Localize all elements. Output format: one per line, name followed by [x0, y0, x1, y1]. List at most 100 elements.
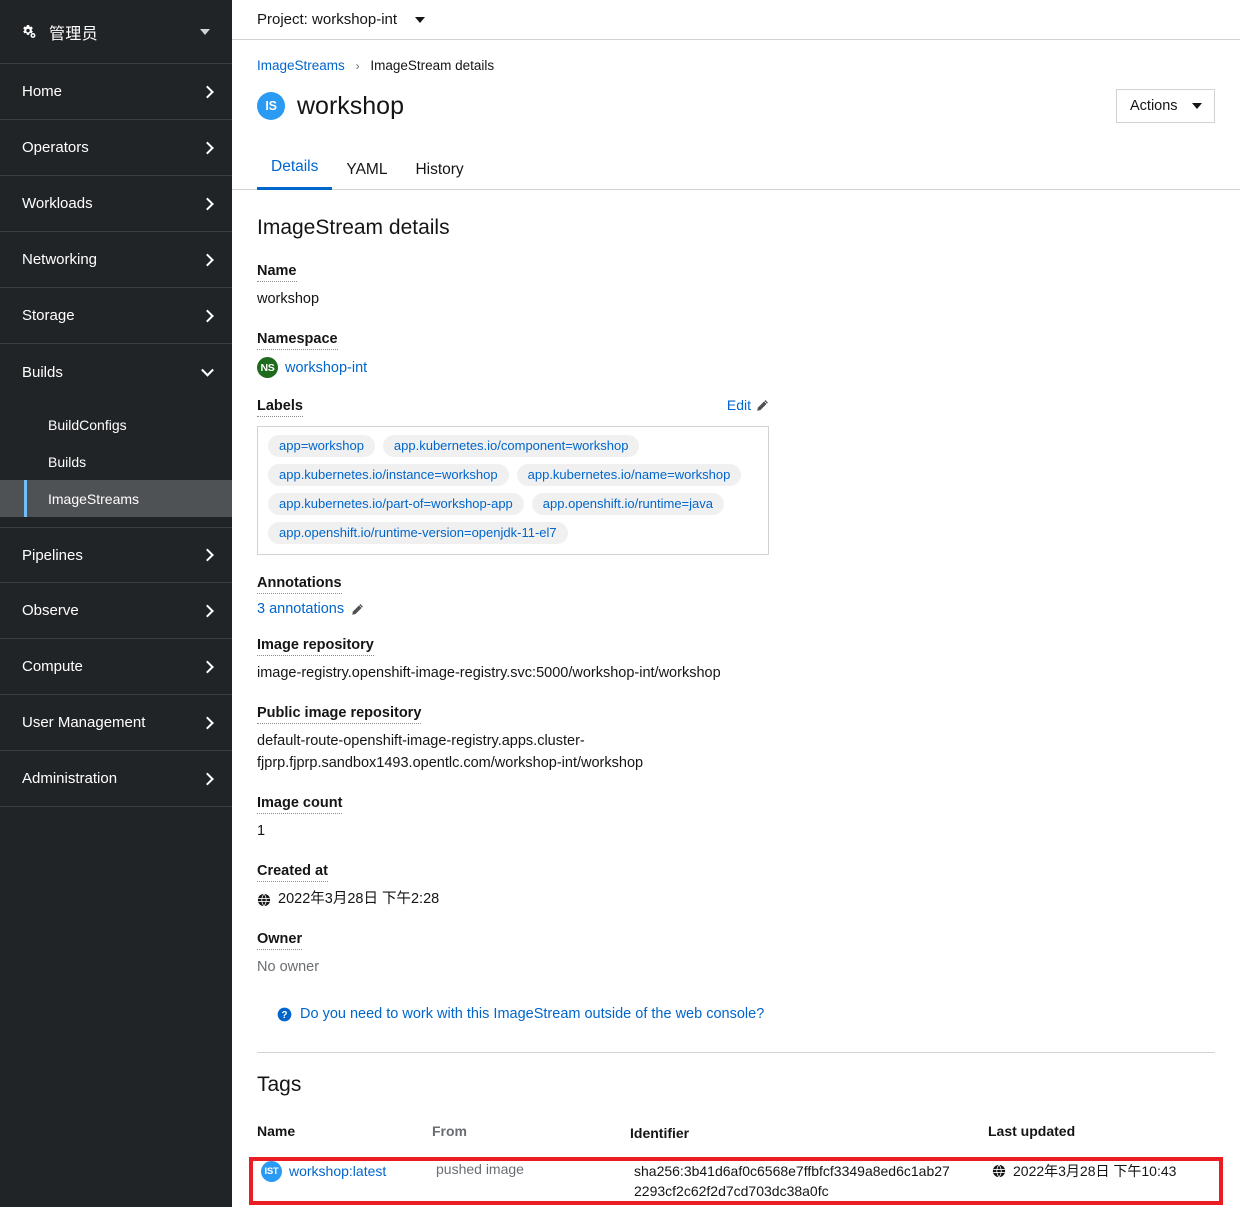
page-header: ImageStreams › ImageStream details IS wo…	[232, 40, 1240, 127]
chevron-right-icon	[201, 197, 214, 210]
field-label-image-repository: Image repository	[257, 636, 374, 657]
annotations-link[interactable]: 3 annotations	[257, 601, 344, 617]
globe-icon	[992, 1163, 1006, 1178]
label-chip[interactable]: app.kubernetes.io/part-of=workshop-app	[268, 493, 524, 516]
identifier-line-1: sha256:3b41d6af0c6568e7ffbfcf3349a8ed6c1…	[634, 1162, 950, 1179]
namespace-badge: NS	[257, 357, 278, 378]
sidebar-item-builds-sub[interactable]: Builds	[0, 443, 232, 480]
sidebar-item-label: Observe	[22, 602, 79, 619]
sidebar-item-home[interactable]: Home	[0, 64, 232, 120]
field-name: Name workshop	[257, 262, 1215, 311]
field-value-owner: No owner	[257, 958, 320, 975]
breadcrumb-separator: ›	[355, 59, 360, 73]
sidebar-item-networking[interactable]: Networking	[0, 232, 232, 288]
label-chip[interactable]: app.kubernetes.io/component=workshop	[382, 435, 640, 458]
edit-labels-button[interactable]: Edit	[727, 397, 769, 413]
field-namespace: Namespace NS workshop-int	[257, 330, 1215, 378]
cell-identifier: sha256:3b41d6af0c6568e7ffbfcf3349a8ed6c1…	[634, 1161, 992, 1202]
field-value-image-count: 1	[257, 822, 266, 839]
actions-button-label: Actions	[1130, 98, 1178, 114]
field-image-repository: Image repository image-registry.openshif…	[257, 636, 1215, 685]
label-chip[interactable]: app.kubernetes.io/name=workshop	[516, 464, 742, 487]
identifier-line-2: 2293cf2c62f2d7cd703dc38a0fc	[634, 1182, 829, 1199]
label-chip[interactable]: app.openshift.io/runtime=java	[531, 493, 724, 516]
sidebar-item-user-management[interactable]: User Management	[0, 695, 232, 751]
field-label-namespace: Namespace	[257, 330, 338, 350]
breadcrumb-link-imagestreams[interactable]: ImageStreams	[257, 58, 345, 73]
label-chip[interactable]: app=workshop	[268, 435, 375, 458]
namespace-link[interactable]: workshop-int	[285, 360, 367, 376]
label-chip[interactable]: app.kubernetes.io/instance=workshop	[268, 464, 509, 487]
sidebar-item-workloads[interactable]: Workloads	[0, 176, 232, 232]
sidebar-item-administration[interactable]: Administration	[0, 751, 232, 807]
field-value-name: workshop	[257, 291, 320, 308]
sidebar-item-label: Networking	[22, 251, 98, 268]
globe-icon	[257, 892, 271, 907]
field-value-public-image-repository-line1: default-route-openshift-image-registry.a…	[257, 733, 585, 750]
sidebar-item-label: Home	[22, 83, 63, 100]
annotations-value-row: 3 annotations	[257, 601, 1215, 617]
sidebar-item-buildconfigs[interactable]: BuildConfigs	[0, 406, 232, 443]
tab-yaml[interactable]: YAML	[332, 153, 401, 190]
sidebar-item-operators[interactable]: Operators	[0, 120, 232, 176]
imagestream-badge: IS	[257, 92, 285, 120]
label-chip[interactable]: app.openshift.io/runtime-version=openjdk…	[268, 522, 568, 545]
chevron-right-icon	[201, 772, 214, 785]
gear-icon	[23, 24, 36, 38]
help-link[interactable]: Do you need to work with this ImageStrea…	[300, 1006, 764, 1022]
cell-last-updated: 2022年3月28日 下午10:43	[992, 1161, 1211, 1181]
field-label-owner: Owner	[257, 930, 303, 950]
sidebar-item-label: Workloads	[22, 195, 93, 212]
pencil-icon[interactable]	[351, 603, 364, 616]
field-label-annotations: Annotations	[257, 574, 342, 595]
field-public-image-repository: Public image repository default-route-op…	[257, 704, 1215, 775]
chevron-right-icon	[201, 604, 214, 617]
page-title: workshop	[297, 91, 404, 120]
sidebar-item-storage[interactable]: Storage	[0, 288, 232, 344]
column-header-from: From	[432, 1123, 467, 1140]
chevron-right-icon	[201, 85, 214, 98]
chevron-right-icon	[201, 141, 214, 154]
sidebar-item-observe[interactable]: Observe	[0, 583, 232, 639]
sidebar-item-imagestreams[interactable]: ImageStreams	[0, 480, 232, 517]
chevron-down-icon	[200, 28, 210, 35]
chevron-right-icon	[201, 548, 214, 562]
tags-table: Name From Identifier Last updated IST wo…	[249, 1123, 1223, 1206]
table-row[interactable]: IST workshop:latest pushed image sha256:…	[249, 1156, 1223, 1206]
section-title: ImageStream details	[257, 216, 450, 239]
chevron-down-icon	[415, 16, 426, 23]
tags-table-header: Name From Identifier Last updated	[257, 1123, 1215, 1156]
tab-history[interactable]: History	[401, 153, 477, 190]
sidebar-item-pipelines[interactable]: Pipelines	[0, 527, 232, 583]
breadcrumb-current: ImageStream details	[370, 58, 495, 73]
perspective-label: 管理员	[49, 25, 98, 43]
sidebar-item-label: Administration	[22, 770, 118, 787]
field-value-public-image-repository-line2: fjprp.fjprp.sandbox1493.opentlc.com/work…	[257, 755, 644, 771]
svg-text:?: ?	[281, 1010, 287, 1021]
chevron-right-icon	[201, 309, 214, 322]
field-label-image-count: Image count	[257, 794, 343, 814]
sidebar-item-compute[interactable]: Compute	[0, 639, 232, 695]
cell-name: IST workshop:latest	[261, 1160, 436, 1182]
created-at-value-row: 2022年3月28日 下午2:28	[257, 889, 1215, 911]
chevron-right-icon	[201, 660, 214, 673]
sidebar-item-label: Pipelines	[22, 546, 83, 564]
namespace-value-row: NS workshop-int	[257, 357, 1215, 378]
tag-name-link[interactable]: workshop:latest	[289, 1163, 386, 1179]
field-value-image-repository: image-registry.openshift-image-registry.…	[257, 665, 721, 682]
sidebar-item-builds[interactable]: Builds	[0, 344, 232, 400]
column-header-identifier: Identifier	[630, 1125, 690, 1142]
builds-subnav: BuildConfigs Builds ImageStreams	[0, 400, 232, 527]
perspective-switcher[interactable]: 管理员	[0, 0, 232, 64]
project-selector[interactable]: Project: workshop-int	[232, 0, 1240, 40]
chevron-right-icon	[201, 253, 214, 266]
cell-from: pushed image	[436, 1160, 524, 1177]
tags-title: Tags	[257, 1073, 302, 1097]
field-created-at: Created at 2022年3月28日 下午2:28	[257, 862, 1215, 911]
actions-button[interactable]: Actions	[1116, 89, 1215, 123]
labels-container: app=workshop app.kubernetes.io/component…	[257, 426, 769, 556]
sidebar-item-label: Builds	[22, 363, 63, 381]
field-label-labels: Labels	[257, 397, 303, 418]
sidebar-subitem-label: ImageStreams	[48, 490, 140, 507]
tab-details[interactable]: Details	[257, 150, 333, 190]
